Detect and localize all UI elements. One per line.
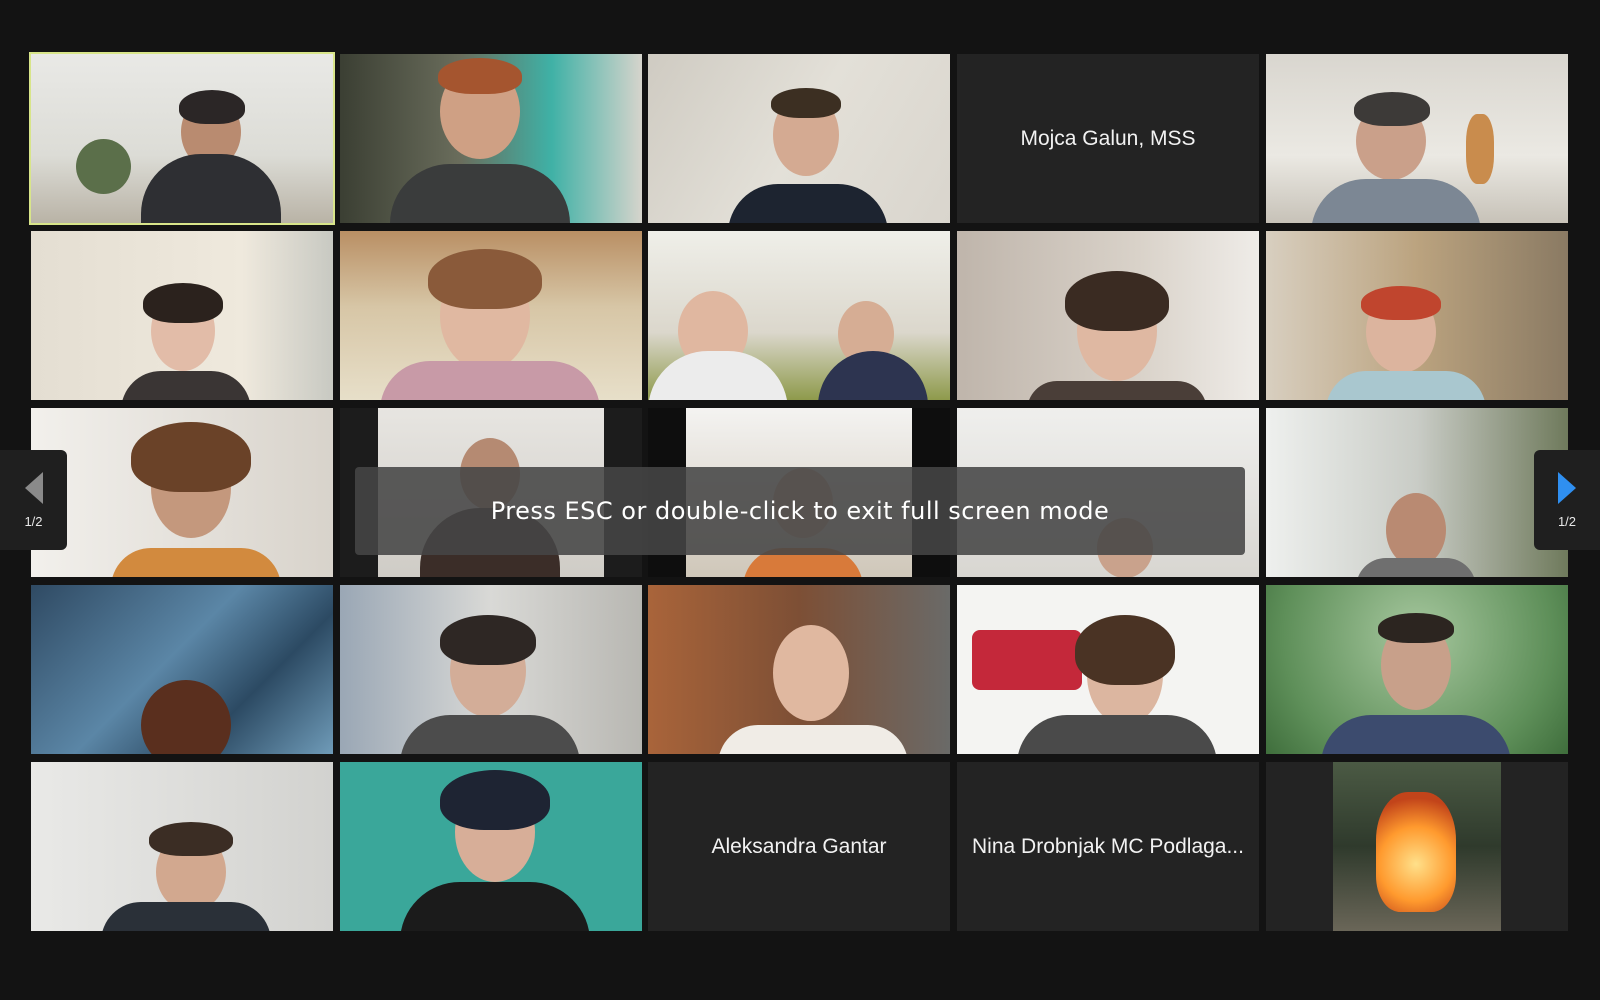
- participant-tile[interactable]: [31, 762, 333, 931]
- page-indicator: 1/2: [1557, 513, 1577, 529]
- participant-tile[interactable]: [31, 585, 333, 754]
- participant-tile[interactable]: Nina Drobnjak MC Podlaga...: [957, 762, 1259, 931]
- participant-tile[interactable]: [29, 52, 335, 225]
- participant-name: Nina Drobnjak MC Podlaga...: [972, 834, 1244, 858]
- participant-tile[interactable]: Mojca Galun, MSS: [957, 54, 1259, 223]
- participant-name: Aleksandra Gantar: [711, 834, 887, 858]
- participant-tile[interactable]: [1266, 762, 1568, 931]
- participant-tile[interactable]: [340, 54, 642, 223]
- participant-tile[interactable]: [957, 585, 1259, 754]
- previous-page-button[interactable]: 1/2: [0, 450, 67, 550]
- participant-tile[interactable]: [648, 54, 950, 223]
- participant-tile[interactable]: [1266, 585, 1568, 754]
- participant-tile[interactable]: [648, 231, 950, 400]
- participant-tile[interactable]: [648, 585, 950, 754]
- participant-tile[interactable]: [340, 762, 642, 931]
- participant-tile[interactable]: [31, 408, 333, 577]
- participant-tile[interactable]: [957, 231, 1259, 400]
- participant-tile[interactable]: Aleksandra Gantar: [648, 762, 950, 931]
- participant-tile[interactable]: [1266, 408, 1568, 577]
- page-indicator: 1/2: [24, 513, 43, 529]
- chevron-left-icon: [24, 471, 43, 504]
- participant-tile[interactable]: [340, 231, 642, 400]
- fullscreen-exit-toast: Press ESC or double-click to exit full s…: [355, 467, 1245, 555]
- participant-tile[interactable]: [340, 585, 642, 754]
- next-page-button[interactable]: 1/2: [1534, 450, 1600, 550]
- participant-name: Mojca Galun, MSS: [1020, 126, 1196, 150]
- participant-tile[interactable]: [31, 231, 333, 400]
- participant-tile[interactable]: [1266, 231, 1568, 400]
- chevron-right-icon: [1558, 471, 1576, 504]
- participant-tile[interactable]: [1266, 54, 1568, 223]
